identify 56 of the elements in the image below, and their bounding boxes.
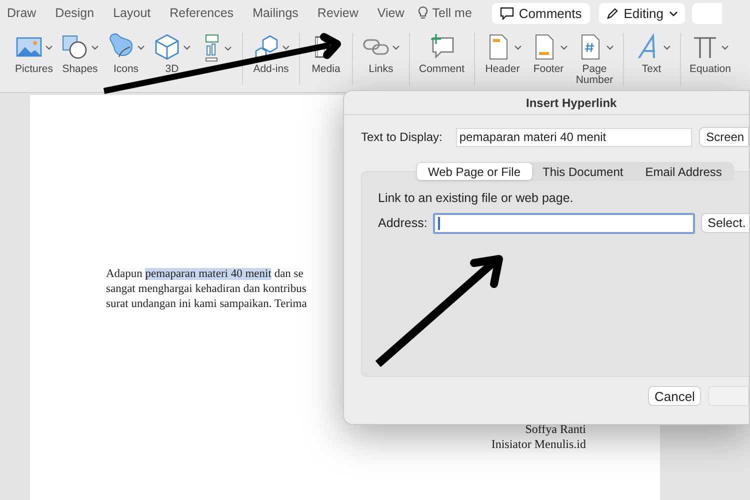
field-label: Text to Display: [361, 129, 442, 146]
dialog-title: Insert Hyperlink [526, 94, 617, 112]
ribbon-button[interactable]: Shapes [58, 33, 102, 75]
editing-button[interactable]: Editing [598, 3, 684, 24]
chevron-down-icon [137, 44, 145, 50]
cube-icon [153, 33, 181, 61]
screentip-button[interactable]: Screen [699, 127, 749, 147]
dialog-tab[interactable]: Web Page or File [417, 163, 532, 180]
chevron-down-icon [45, 44, 53, 50]
ribbon-button[interactable]: Icons [104, 33, 148, 75]
ribbon-tab[interactable]: Mailings [252, 4, 298, 23]
chevron-down-icon [606, 44, 614, 50]
cancel-button[interactable]: Cancel [648, 386, 702, 406]
ribbon-button[interactable]: Page Number [572, 33, 617, 86]
chevron-down-icon [560, 44, 568, 50]
ribbon-button[interactable]: Footer [526, 33, 571, 75]
ribbon-tab[interactable]: References [170, 4, 234, 23]
ribbon-button[interactable]: Comment [416, 33, 468, 75]
ribbon-button[interactable]: Media [306, 33, 346, 75]
comments-button[interactable]: Comments [492, 3, 590, 24]
signature-text: Soffya Ranti [525, 422, 586, 437]
ribbon-button[interactable]: Pictures [12, 33, 56, 75]
ribbon-button[interactable]: Header [480, 33, 525, 75]
shapes-icon [61, 33, 89, 61]
chevron-down-icon [662, 44, 671, 50]
lightbulb-icon [418, 6, 428, 21]
ribbon-tab[interactable]: Layout [113, 4, 151, 23]
chevron-down-icon [514, 44, 522, 50]
ribbon-button[interactable]: Equation [686, 33, 734, 75]
text-to-display-field[interactable]: pemaparan materi 40 menit [456, 128, 692, 146]
chevron-down-icon [721, 44, 730, 50]
ribbon-button[interactable]: 3D [150, 33, 194, 75]
ribbon-tab[interactable]: View [377, 4, 404, 23]
chevron-down-icon [668, 10, 678, 16]
chevron-down-icon [91, 44, 99, 50]
dialog-tab[interactable]: This Document [532, 163, 634, 180]
field-label: Address: [378, 214, 428, 232]
tell-me-search[interactable]: Tell me [432, 4, 472, 23]
dialog-tab[interactable]: Email Address [634, 163, 733, 180]
ribbon-button[interactable]: Text [630, 33, 674, 75]
chevron-down-icon [282, 44, 290, 50]
ribbon-button[interactable]: Links [359, 33, 403, 75]
ribbon-tab[interactable]: Draw [7, 4, 36, 23]
select-button[interactable]: Select. [700, 213, 749, 234]
address-field[interactable] [433, 212, 695, 234]
chevron-down-icon [183, 44, 191, 50]
ribbon-tab[interactable]: Design [55, 4, 94, 23]
hint-text: Link to an existing file or web page. [378, 190, 574, 207]
ribbon-button[interactable]: Add-ins [249, 33, 293, 75]
document-paragraph: Adapun pemaparan materi 40 menit dan se sangat menghargai kehadiran dan kontribus surat undangan ini kami sampaikan. Terima [106, 267, 307, 312]
comment-icon [500, 7, 514, 20]
ribbon-tab[interactable]: Review [317, 4, 358, 23]
chevron-down-icon [224, 46, 232, 50]
signature-text: Inisiator Menulis.id [491, 437, 586, 452]
pencil-icon [606, 7, 619, 20]
chevron-down-icon [392, 44, 400, 50]
